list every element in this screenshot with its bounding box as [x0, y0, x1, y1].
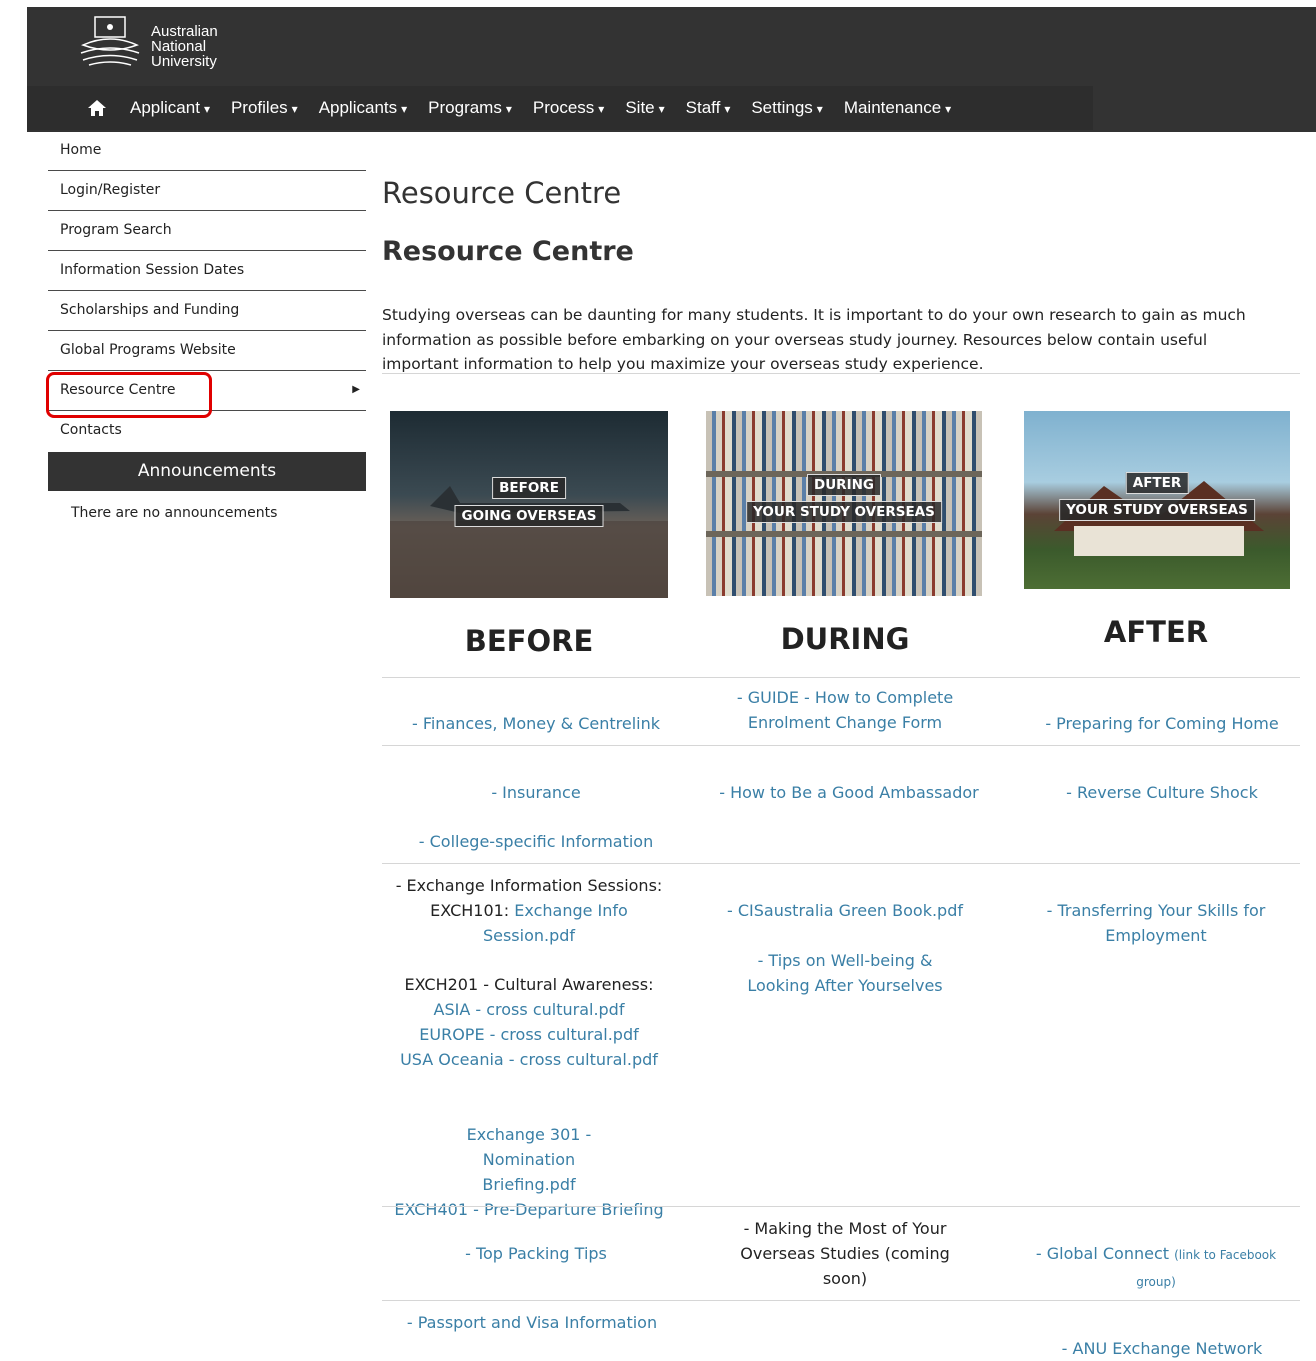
- chevron-down-icon: ▾: [401, 102, 408, 116]
- chevron-down-icon: ▾: [598, 102, 605, 116]
- chevron-down-icon: ▾: [291, 102, 298, 116]
- sidebar-item-global-programs[interactable]: Global Programs Website: [48, 331, 366, 371]
- link-packing-tips[interactable]: - Top Packing Tips: [386, 1241, 686, 1266]
- page-title: Resource Centre: [382, 176, 622, 210]
- intro-text: Studying overseas can be daunting for ma…: [382, 306, 1246, 373]
- link-usa-oceania-cross-cultural[interactable]: USA Oceania - cross cultural.pdf: [379, 1047, 679, 1072]
- during-image-label-2: YOUR STUDY OVERSEAS: [746, 501, 942, 523]
- sidebar-item-login[interactable]: Login/Register: [48, 171, 366, 211]
- chevron-down-icon: ▾: [505, 102, 512, 116]
- link-anu-exchange-network[interactable]: - ANU Exchange Network: [1012, 1336, 1312, 1361]
- nav-applicant[interactable]: Applicant ▾: [130, 98, 210, 118]
- link-europe-cross-cultural[interactable]: EUROPE - cross cultural.pdf: [379, 1022, 679, 1047]
- during-image-label-1: DURING: [807, 474, 881, 496]
- nav-maintenance[interactable]: Maintenance ▾: [844, 98, 951, 118]
- after-image[interactable]: AFTER YOUR STUDY OVERSEAS: [1024, 411, 1290, 589]
- logo-text: Australian National University: [151, 23, 218, 70]
- nav-applicants[interactable]: Applicants ▾: [319, 98, 407, 118]
- announcements-header: Announcements: [48, 452, 366, 491]
- exchange-sessions-block: - Exchange Information Sessions: EXCH101…: [379, 873, 679, 1222]
- chevron-down-icon: ▾: [203, 102, 210, 116]
- column-title-during: DURING: [780, 622, 910, 656]
- caret-right-icon: ▶: [352, 384, 360, 395]
- highlight-annotation: [46, 372, 212, 418]
- nav-profiles[interactable]: Profiles ▾: [231, 98, 298, 118]
- sidebar-item-program-search[interactable]: Program Search: [48, 211, 366, 251]
- divider: [382, 677, 1300, 678]
- link-reverse-culture-shock[interactable]: - Reverse Culture Shock: [1012, 780, 1312, 805]
- divider: [382, 1206, 1300, 1207]
- divider: [382, 373, 1300, 374]
- sidebar-item-home[interactable]: Home: [48, 132, 366, 171]
- link-wellbeing[interactable]: - Tips on Well-being & Looking After You…: [695, 948, 995, 998]
- after-image-label-1: AFTER: [1125, 472, 1189, 494]
- during-image[interactable]: DURING YOUR STUDY OVERSEAS: [706, 411, 982, 596]
- link-exch301[interactable]: Exchange 301 - Nomination Briefing.pdf: [379, 1122, 679, 1197]
- link-green-book[interactable]: - CISaustralia Green Book.pdf: [695, 898, 995, 923]
- link-good-ambassador[interactable]: - How to Be a Good Ambassador: [699, 780, 999, 805]
- sidebar: Home Login/Register Program Search Infor…: [48, 132, 366, 521]
- before-image-label-1: BEFORE: [492, 477, 566, 499]
- sidebar-item-scholarships[interactable]: Scholarships and Funding: [48, 291, 366, 331]
- chevron-down-icon: ▾: [724, 102, 731, 116]
- chevron-down-icon: ▾: [658, 102, 665, 116]
- column-title-before: BEFORE: [464, 624, 594, 658]
- nav-settings[interactable]: Settings ▾: [751, 98, 822, 118]
- nav-staff[interactable]: Staff ▾: [686, 98, 731, 118]
- link-global-connect[interactable]: - Global Connect (link to Facebook group…: [1006, 1241, 1306, 1295]
- link-asia-cross-cultural[interactable]: ASIA - cross cultural.pdf: [379, 997, 679, 1022]
- divider: [382, 863, 1300, 864]
- link-passport-visa[interactable]: - Passport and Visa Information: [382, 1310, 682, 1335]
- link-exch401[interactable]: EXCH401 - Pre-Departure Briefing: [379, 1197, 679, 1222]
- nav-process[interactable]: Process ▾: [533, 98, 604, 118]
- link-insurance[interactable]: - Insurance: [386, 780, 686, 805]
- link-college-info[interactable]: - College-specific Information: [386, 829, 686, 854]
- link-preparing-home[interactable]: - Preparing for Coming Home: [1012, 711, 1312, 736]
- column-title-after: AFTER: [1103, 615, 1209, 649]
- divider: [382, 745, 1300, 746]
- link-transferring-skills[interactable]: - Transferring Your Skills for Employmen…: [1006, 898, 1306, 948]
- link-finances[interactable]: - Finances, Money & Centrelink: [386, 711, 686, 736]
- chevron-down-icon: ▾: [816, 102, 823, 116]
- nav-site[interactable]: Site ▾: [625, 98, 664, 118]
- after-image-label-2: YOUR STUDY OVERSEAS: [1059, 499, 1255, 521]
- chevron-down-icon: ▾: [945, 102, 952, 116]
- home-icon[interactable]: [85, 97, 109, 119]
- sidebar-item-info-sessions[interactable]: Information Session Dates: [48, 251, 366, 291]
- nav-programs[interactable]: Programs ▾: [428, 98, 512, 118]
- before-image[interactable]: BEFORE GOING OVERSEAS: [390, 411, 668, 598]
- anu-logo[interactable]: Australian National University: [79, 15, 259, 70]
- link-guide-enrolment[interactable]: - GUIDE - How to Complete Enrolment Chan…: [695, 685, 995, 735]
- main-nav: Applicant ▾ Profiles ▾ Applicants ▾ Program…: [27, 86, 1093, 130]
- before-image-label-2: GOING OVERSEAS: [454, 505, 604, 527]
- announcements-empty-text: There are no announcements: [71, 505, 278, 521]
- divider: [382, 1300, 1300, 1301]
- making-most-text: - Making the Most of Your Overseas Studi…: [740, 1219, 950, 1288]
- section-title: Resource Centre: [382, 236, 634, 267]
- anu-crest-icon: [80, 16, 140, 66]
